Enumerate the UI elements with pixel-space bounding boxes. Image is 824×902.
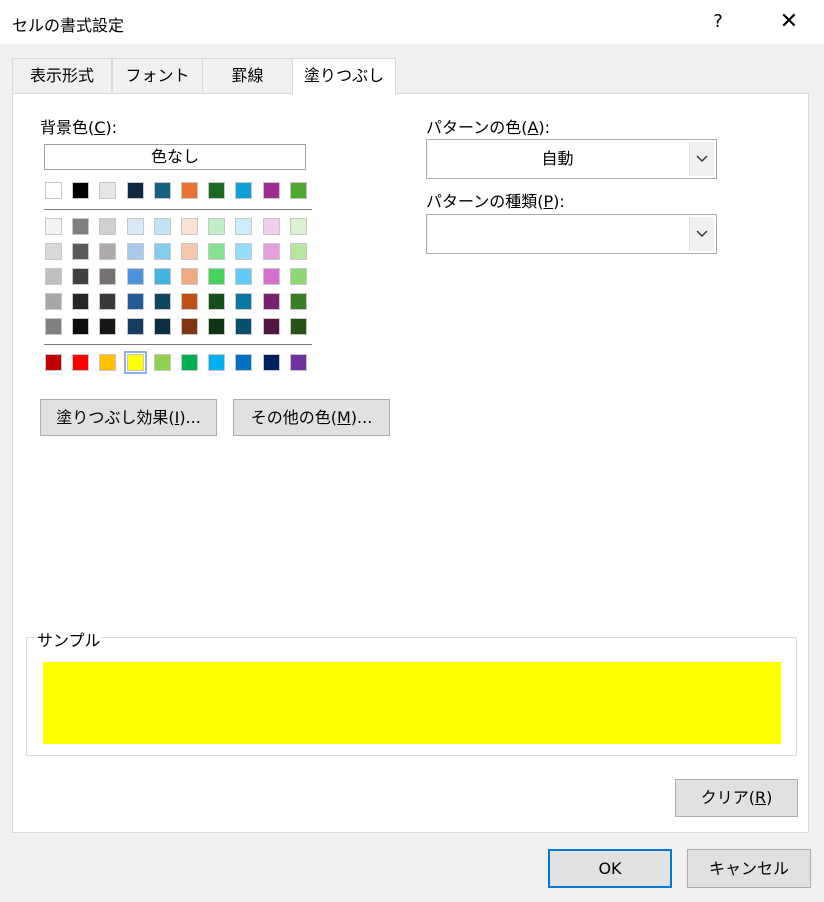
standard-color-swatch[interactable] — [262, 354, 280, 371]
pattern-style-dropdown[interactable] — [426, 214, 717, 254]
theme-color-swatch[interactable] — [153, 218, 171, 235]
close-icon: ✕ — [779, 9, 799, 34]
theme-color-swatch[interactable] — [45, 243, 62, 260]
tab-border[interactable]: 罫線 — [202, 58, 293, 92]
theme-color-swatch[interactable] — [153, 318, 171, 335]
theme-color-swatch[interactable] — [126, 318, 144, 335]
theme-color-swatch[interactable] — [181, 243, 198, 260]
theme-color-swatch[interactable] — [208, 268, 226, 285]
theme-color-swatch[interactable] — [208, 243, 226, 260]
theme-color-swatch[interactable] — [153, 243, 171, 260]
theme-color-swatch[interactable] — [262, 182, 280, 199]
theme-color-swatch[interactable] — [289, 182, 307, 199]
help-icon: ? — [713, 11, 723, 32]
close-button[interactable]: ✕ — [764, 6, 814, 38]
theme-color-swatch[interactable] — [99, 182, 117, 199]
theme-color-swatch[interactable] — [262, 268, 280, 285]
theme-color-swatch[interactable] — [72, 268, 90, 285]
theme-color-swatch[interactable] — [181, 268, 198, 285]
theme-color-swatch[interactable] — [262, 243, 280, 260]
background-color-label: 背景色(C): — [40, 118, 118, 137]
theme-color-swatch[interactable] — [126, 218, 144, 235]
theme-color-swatch[interactable] — [208, 318, 226, 335]
sample-label: サンプル — [37, 627, 101, 651]
standard-color-swatch[interactable] — [208, 354, 226, 371]
standard-color-swatch[interactable] — [153, 354, 171, 371]
theme-color-swatch[interactable] — [235, 218, 253, 235]
title-bar: セルの書式設定 ? ✕ — [0, 0, 824, 44]
theme-color-swatch[interactable] — [208, 182, 226, 199]
theme-color-swatch[interactable] — [181, 293, 198, 310]
theme-color-swatch[interactable] — [181, 218, 198, 235]
standard-color-swatch[interactable] — [72, 354, 90, 371]
theme-color-swatch[interactable] — [99, 293, 117, 310]
theme-color-swatch[interactable] — [289, 268, 307, 285]
theme-color-swatch[interactable] — [262, 218, 280, 235]
chevron-down-icon[interactable] — [689, 217, 714, 251]
theme-color-swatch[interactable] — [99, 218, 117, 235]
theme-color-swatch[interactable] — [235, 243, 253, 260]
theme-color-swatch[interactable] — [72, 182, 90, 199]
theme-color-swatch[interactable] — [153, 293, 171, 310]
theme-color-swatch[interactable] — [235, 318, 253, 335]
standard-color-swatch[interactable] — [235, 354, 253, 371]
theme-color-swatch[interactable] — [126, 268, 144, 285]
theme-color-swatch[interactable] — [181, 182, 198, 199]
no-color-button[interactable]: 色なし — [44, 144, 306, 170]
theme-color-swatch[interactable] — [289, 218, 307, 235]
standard-color-swatch[interactable] — [99, 354, 117, 371]
fill-effects-button[interactable]: 塗りつぶし効果(I)... — [40, 399, 217, 436]
theme-color-swatch[interactable] — [208, 293, 226, 310]
theme-color-swatch[interactable] — [45, 218, 62, 235]
pattern-style-label: パターンの種類(P): — [426, 192, 565, 211]
theme-color-swatch[interactable] — [45, 268, 62, 285]
theme-color-swatch[interactable] — [289, 293, 307, 310]
standard-color-swatch[interactable] — [45, 354, 62, 371]
standard-color-swatch[interactable] — [289, 354, 307, 371]
theme-color-swatch[interactable] — [72, 293, 90, 310]
cancel-button[interactable]: キャンセル — [687, 849, 811, 888]
help-button[interactable]: ? — [700, 6, 736, 38]
theme-color-swatch[interactable] — [99, 318, 117, 335]
theme-color-swatch[interactable] — [72, 318, 90, 335]
sample-preview — [43, 662, 781, 744]
theme-color-swatch[interactable] — [235, 182, 253, 199]
theme-color-swatch[interactable] — [153, 268, 171, 285]
palette-separator — [44, 344, 312, 345]
theme-color-swatch[interactable] — [99, 268, 117, 285]
tab-font[interactable]: フォント — [112, 58, 203, 92]
standard-color-swatch[interactable] — [181, 354, 198, 371]
theme-color-swatch[interactable] — [235, 293, 253, 310]
tab-fill[interactable]: 塗りつぶし — [292, 58, 396, 95]
pattern-color-dropdown[interactable]: 自動 — [426, 139, 717, 179]
theme-color-swatch[interactable] — [153, 182, 171, 199]
theme-color-swatch[interactable] — [235, 268, 253, 285]
palette-separator — [44, 209, 312, 210]
dialog-title: セルの書式設定 — [12, 16, 125, 35]
theme-color-swatch[interactable] — [208, 218, 226, 235]
pattern-color-label: パターンの色(A): — [426, 118, 551, 137]
tab-number-format[interactable]: 表示形式 — [12, 58, 112, 92]
theme-color-swatch[interactable] — [181, 318, 198, 335]
more-colors-button[interactable]: その他の色(M)... — [233, 399, 390, 436]
theme-color-swatch[interactable] — [126, 293, 144, 310]
theme-color-swatch[interactable] — [45, 293, 62, 310]
theme-color-swatch[interactable] — [126, 182, 144, 199]
theme-color-swatch[interactable] — [262, 318, 280, 335]
fill-tab-panel: 背景色(C): 色なし 塗りつぶし効果(I)... その他の色(M)... パタ… — [12, 93, 809, 833]
theme-color-swatch[interactable] — [45, 182, 62, 199]
theme-color-swatch[interactable] — [99, 243, 117, 260]
ok-button[interactable]: OK — [548, 849, 672, 888]
pattern-color-value: 自動 — [541, 149, 574, 168]
clear-button[interactable]: クリア(R) — [675, 779, 798, 817]
theme-color-swatch[interactable] — [262, 293, 280, 310]
theme-color-swatch[interactable] — [72, 218, 90, 235]
theme-color-swatch[interactable] — [289, 318, 307, 335]
theme-color-swatch[interactable] — [126, 243, 144, 260]
theme-color-swatch[interactable] — [72, 243, 90, 260]
theme-color-swatch[interactable] — [45, 318, 62, 335]
chevron-down-icon[interactable] — [689, 142, 714, 176]
theme-color-swatch[interactable] — [289, 243, 307, 260]
standard-color-swatch[interactable] — [123, 351, 147, 374]
